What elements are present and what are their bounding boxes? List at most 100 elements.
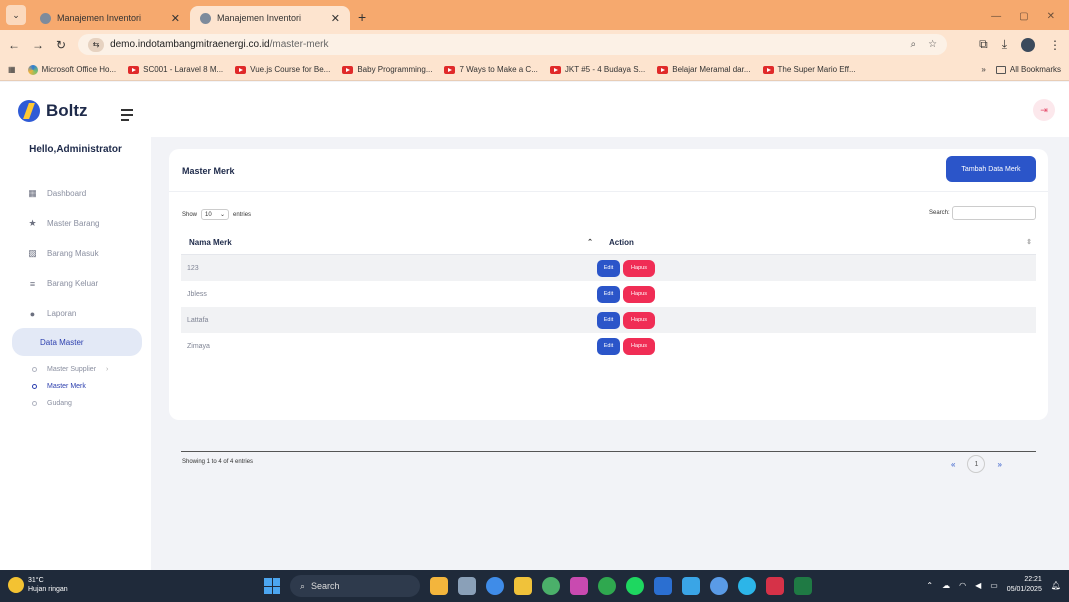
bookmark-item[interactable]: Vue.js Course for Be... [235,65,330,74]
bookmark-item[interactable]: The Super Mario Eff... [762,65,856,74]
bookmark-item[interactable]: SC001 - Laravel 8 M... [128,65,223,74]
sidebar-subitem-gudang[interactable]: Gudang [32,400,72,407]
bookmark-item[interactable]: Belajar Meramal dar... [657,65,751,74]
taskbar-search[interactable]: ⌕ Search [290,575,420,597]
word-icon[interactable] [654,577,672,595]
edge-icon[interactable] [738,577,756,595]
dashboard-icon: ▦ [28,188,37,198]
brand-logo[interactable]: Boltz [18,100,88,122]
column-header-nama-merk[interactable]: Nama Merk ⌃ [181,238,597,247]
taskbar-apps: ⌕ Search [264,575,812,597]
column-header-action[interactable]: Action ⇕ [597,238,1036,247]
chrome-icon[interactable] [486,577,504,595]
weather-widget[interactable]: 31°C Hujan ringan [8,576,68,594]
spotify-icon[interactable] [626,577,644,595]
pagination-page-button[interactable]: 1 [967,455,986,473]
site-info-icon[interactable]: ⇆ [88,37,105,52]
app-icon[interactable] [570,577,588,595]
browser-tab[interactable]: Manajemen Inventori ✕ [30,6,190,30]
hamburger-menu-icon[interactable] [121,109,133,124]
edit-button[interactable]: Edit [597,259,620,277]
task-view-icon[interactable] [458,577,476,595]
minimize-icon[interactable]: — [991,11,1001,22]
windows-start-icon[interactable] [264,578,280,594]
app-icon[interactable] [710,577,728,595]
all-bookmarks-button[interactable]: All Bookmarks [995,65,1061,74]
tab-title: Manajemen Inventori [217,13,302,23]
sidebar-item-master-barang[interactable]: ★ Master Barang [28,218,99,228]
menu-kebab-icon[interactable]: ⋮ [1049,38,1061,52]
widgets-app-icon[interactable] [430,577,448,595]
delete-button[interactable]: Hapus [623,337,655,355]
notification-bell-icon[interactable]: 🔔︎ [1051,581,1061,590]
sidebar-subitem-master-supplier[interactable]: Master Supplier › [32,366,108,373]
maximize-icon[interactable]: ▢ [1019,11,1028,22]
page-size-select[interactable]: 10 ⌄ [201,209,230,220]
edit-button[interactable]: Edit [597,285,620,303]
window-controls: — ▢ ✕ [991,11,1069,30]
cloud-icon[interactable]: ☁ [942,581,950,590]
sidebar-item-barang-masuk[interactable]: ▨ Barang Masuk [28,248,98,258]
whatsapp-icon[interactable] [542,577,560,595]
pagination-next-button[interactable]: » [997,460,1001,469]
browser-tab-active[interactable]: Manajemen Inventori ✕ [190,6,350,30]
sidebar-subitem-master-merk[interactable]: Master Merk [32,383,86,390]
tab-close-icon[interactable]: ✕ [331,12,340,25]
edit-button[interactable]: Edit [597,311,620,329]
bookmarks-bar: ▦ Microsoft Office Ho... SC001 - Laravel… [0,59,1069,81]
wifi-icon[interactable]: ◠ [959,581,966,590]
mcafee-icon[interactable] [766,577,784,595]
delete-button[interactable]: Hapus [623,311,655,329]
forward-icon[interactable]: → [32,38,44,52]
add-merk-button[interactable]: Tambah Data Merk [946,156,1036,182]
logout-icon[interactable]: ⇥ [1033,99,1055,121]
apps-grid-icon[interactable]: ▦ [8,65,16,74]
bookmark-item[interactable]: 7 Ways to Make a C... [444,65,538,74]
more-bookmarks-button[interactable]: » [981,65,985,74]
reload-icon[interactable]: ↻ [56,38,66,52]
bookmark-item[interactable]: Baby Programming... [342,65,432,74]
search-icon: ⌕ [300,580,306,591]
tab-close-icon[interactable]: ✕ [171,12,180,25]
youtube-icon [235,65,247,74]
back-icon[interactable]: ← [8,38,20,52]
clock[interactable]: 22:21 05/01/2025 [1007,575,1042,595]
zoom-icon[interactable]: ⌕ [911,39,917,50]
tab-title: Manajemen Inventori [57,13,142,23]
chevron-up-icon[interactable]: ⌃ [926,581,933,590]
extensions-icon[interactable]: ⧉ [979,37,988,52]
download-icon[interactable]: ⤓ [1002,37,1007,52]
table-row: Jbless Edit Hapus [181,281,1036,307]
bookmark-item[interactable]: Microsoft Office Ho... [27,64,116,75]
list-icon: ≡ [29,278,36,289]
divider [169,191,1048,192]
file-explorer-icon[interactable] [514,577,532,595]
photos-icon[interactable] [682,577,700,595]
brand-name: Boltz [46,101,88,120]
pagination-prev-button[interactable]: « [951,460,955,469]
tab-search-button[interactable]: ⌄ [6,5,26,25]
sidebar-item-barang-keluar[interactable]: ≡ Barang Keluar [28,278,98,289]
merk-table: Nama Merk ⌃ Action ⇕ 123 Edit Hapus Jble… [181,230,1036,359]
table-header: Nama Merk ⌃ Action ⇕ [181,230,1036,255]
bookmark-item[interactable]: JKT #5 - 4 Budaya S... [549,65,645,74]
search-input[interactable] [952,206,1036,220]
sidebar-item-data-master[interactable]: Data Master [12,328,142,356]
close-window-icon[interactable]: ✕ [1047,11,1055,22]
bookmark-star-icon[interactable]: ☆ [928,39,937,50]
battery-icon[interactable]: ▭ [990,581,998,590]
sidebar-item-dashboard[interactable]: ▦ Dashboard [28,188,86,198]
excel-icon[interactable] [794,577,812,595]
table-row: 123 Edit Hapus [181,255,1036,281]
delete-button[interactable]: Hapus [623,285,655,303]
edit-button[interactable]: Edit [597,337,620,355]
new-tab-button[interactable]: + [358,9,366,25]
profile-avatar[interactable] [1021,37,1035,52]
address-bar[interactable]: ⇆ demo.indotambangmitraenergi.co.id /mas… [78,34,948,55]
delete-button[interactable]: Hapus [623,259,655,277]
xbox-icon[interactable] [598,577,616,595]
star-icon: ★ [28,218,37,228]
volume-icon[interactable]: ◀ [975,581,981,590]
browser-toolbar: ← → ↻ ⇆ demo.indotambangmitraenergi.co.i… [0,30,1069,59]
sidebar-item-laporan[interactable]: ● Laporan [28,309,77,319]
